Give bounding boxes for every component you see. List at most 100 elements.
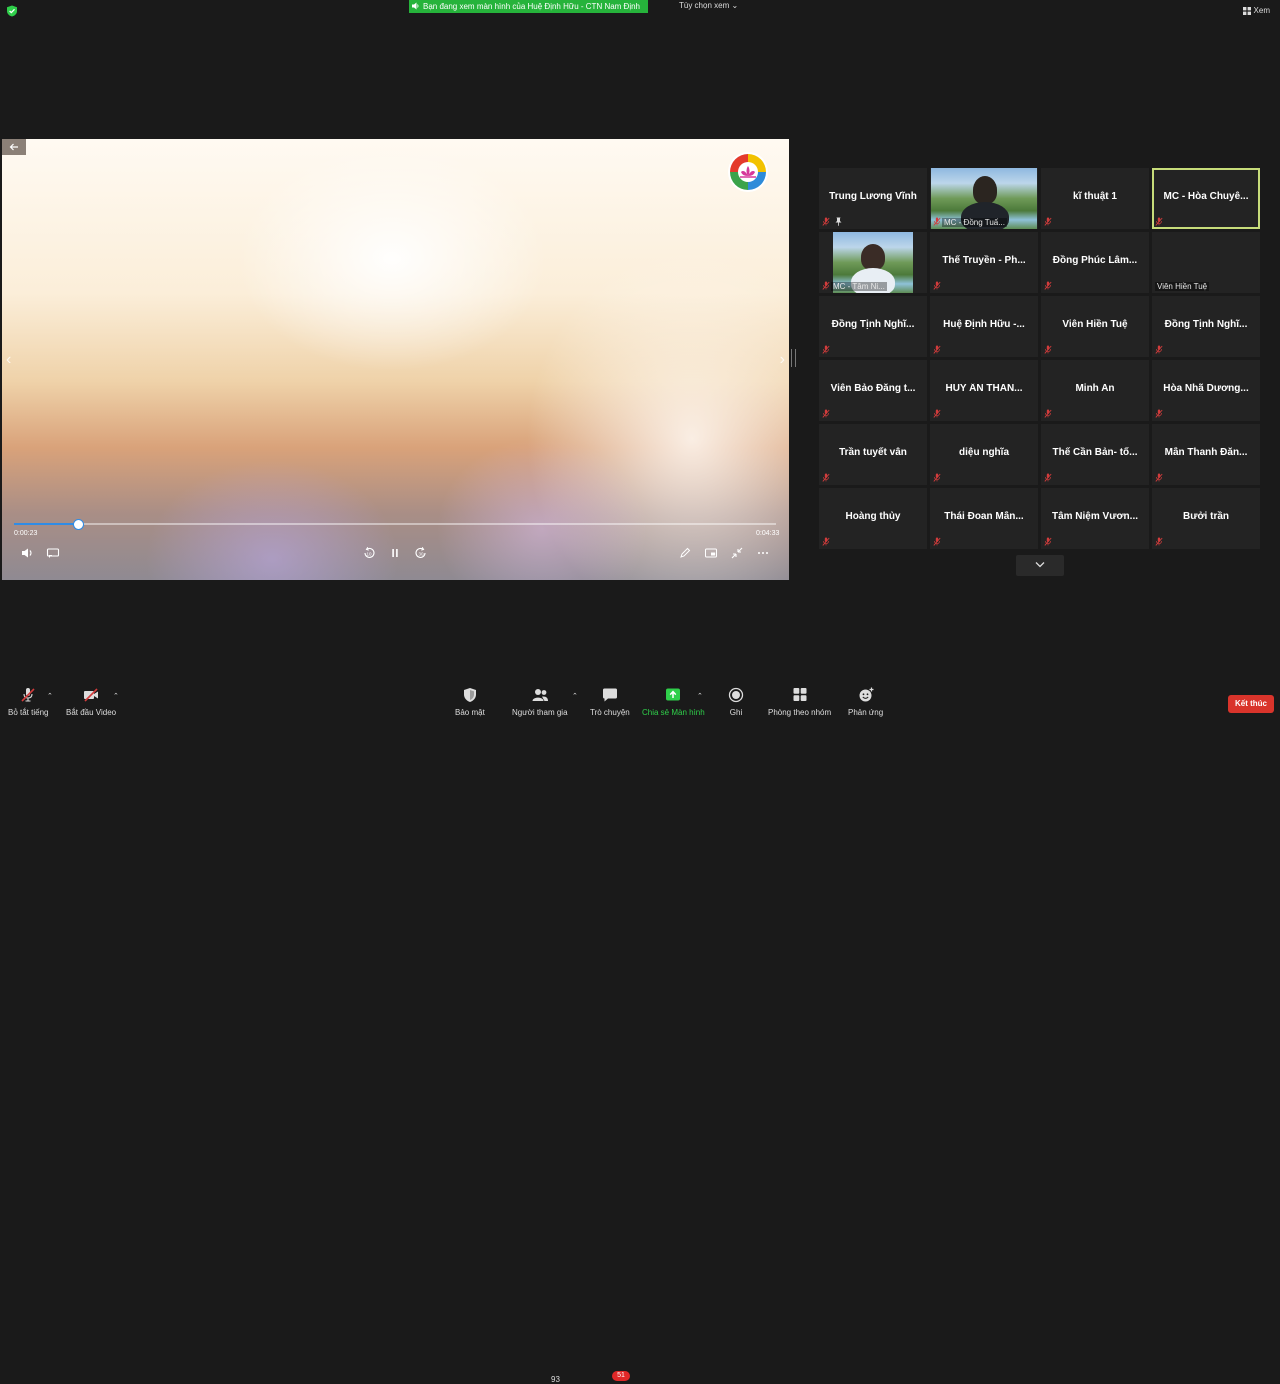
chat-label: Trò chuyện [590,708,630,717]
participant-tile[interactable]: Trung Lương Vĩnh [819,168,927,229]
microphone-muted-icon [21,688,35,702]
speaker-icon [412,2,419,10]
breakout-rooms-button[interactable]: Phòng theo nhóm [768,687,831,717]
share-screen-button[interactable]: Chia sẻ Màn hình [642,687,705,717]
participant-tile[interactable]: MC - Hòa Chuyê... [1152,168,1260,229]
picture-in-picture-icon[interactable] [702,544,720,562]
share-screen-arrow-icon [666,688,681,701]
microphone-muted-icon [822,217,830,226]
participant-tile[interactable]: Hòa Nhã Dương... [1152,360,1260,421]
participant-tile[interactable]: Viên Hiền Tuệ [1041,296,1149,357]
participant-tile[interactable]: Tâm Niệm Vươn... [1041,488,1149,549]
microphone-muted-icon [1044,345,1052,354]
participant-tile[interactable]: Thái Đoan Mẫn... [930,488,1038,549]
participant-tile[interactable]: Minh An [1041,360,1149,421]
chat-button[interactable]: Trò chuyện [590,687,630,717]
participant-name: Viên Hiền Tuệ [1062,319,1128,330]
video-progress-bar[interactable] [14,519,776,530]
participant-tile[interactable]: MC - Tâm Ni... [819,232,927,293]
participant-name: Thế Truyền - Ph... [942,255,1026,266]
unmute-button[interactable]: Bỏ tắt tiếng [8,687,48,717]
breakout-rooms-label: Phòng theo nhóm [768,708,832,717]
back-button[interactable] [2,139,26,155]
participants-button[interactable]: Người tham gia [512,687,568,717]
record-button[interactable]: Ghi [727,687,745,717]
top-bar: Bạn đang xem màn hình của Huệ Định Hữu -… [0,0,1280,22]
microphone-muted-icon [1155,345,1163,354]
end-meeting-button[interactable]: Kết thúc [1228,695,1274,713]
participant-tile[interactable]: diệu nghĩa [930,424,1038,485]
subtitles-icon[interactable] [44,544,62,562]
security-button[interactable]: Bảo mật [455,687,485,717]
pause-icon[interactable] [386,544,404,562]
video-progress-handle[interactable] [73,519,84,530]
share-screen-label: Chia sẻ Màn hình [642,708,705,717]
participant-name: HUY ÂN THAN... [945,383,1023,394]
volume-icon[interactable] [18,544,36,562]
next-arrow-icon[interactable]: › [780,351,785,369]
participant-tile[interactable]: Thế Truyền - Ph... [930,232,1038,293]
participant-name: Trần tuyết vân [839,447,907,458]
participant-tile[interactable]: Thế Cần Bản- tổ... [1041,424,1149,485]
previous-arrow-icon[interactable]: ‹ [6,351,11,369]
participant-name: Đồng Phúc Lâm... [1052,255,1138,266]
video-options-caret-icon[interactable]: ⌃ [113,692,119,700]
microphone-muted-icon [1155,217,1163,226]
microphone-muted-icon [933,409,941,418]
microphone-muted-icon [822,409,830,418]
microphone-muted-icon [1044,217,1052,226]
microphone-muted-icon [1044,281,1052,290]
channel-logo [728,152,768,192]
view-options-dropdown[interactable]: Tùy chọn xem ⌄ [679,1,738,10]
screen-share-banner-text: Bạn đang xem màn hình của Huệ Định Hữu -… [423,2,641,11]
participant-tile[interactable]: Đồng Tịnh Nghĩ... [819,296,927,357]
microphone-muted-icon [1155,473,1163,482]
more-options-icon[interactable] [754,544,772,562]
participant-tile[interactable]: Viên Bảo Đăng t... [819,360,927,421]
forward-30-icon[interactable]: 30 [412,544,430,562]
participant-tile[interactable]: MC - Đồng Tuấ... [930,168,1038,229]
unmute-label: Bỏ tắt tiếng [8,708,49,717]
participant-name: Bưởi trần [1182,511,1230,522]
rewind-10-icon[interactable]: 10 [360,544,378,562]
participant-tile[interactable]: kĩ thuật 1 [1041,168,1149,229]
reactions-label: Phản ứng [848,708,884,717]
microphone-muted-icon [1155,409,1163,418]
participant-name: Mẫn Thanh Đăn... [1164,447,1248,458]
participant-tile[interactable]: Huệ Định Hữu -... [930,296,1038,357]
breakout-rooms-icon [793,688,807,701]
participant-tile[interactable]: HUY ÂN THAN... [930,360,1038,421]
participant-video-label: MC - Đồng Tuấ... [942,218,1007,227]
participant-gallery: Trung Lương Vĩnh MC - Đồng Tuấ... kĩ thuật… [819,168,1264,549]
annotate-pen-icon[interactable] [676,544,694,562]
participant-name: Đồng Tịnh Nghĩ... [831,319,915,330]
participant-name: Thế Cần Bản- tổ... [1052,447,1138,458]
view-button[interactable]: Xem [1242,6,1270,15]
shared-screen-video[interactable]: ‹ › 0:00:23 0:04:33 10 30 [2,139,789,580]
participant-tile[interactable]: Trần tuyết vân [819,424,927,485]
participant-tile[interactable]: Đồng Phúc Lâm... [1041,232,1149,293]
start-video-button[interactable]: Bắt đầu Video [66,687,116,717]
participant-tile[interactable]: Hoàng thủy [819,488,927,549]
gallery-next-page-button[interactable] [1016,555,1064,576]
audio-options-caret-icon[interactable]: ⌃ [47,692,53,700]
participant-figure [973,176,997,204]
chat-bubble-icon [602,688,617,702]
participants-options-caret-icon[interactable]: ⌃ [572,692,578,700]
participant-name: Hoàng thủy [845,511,901,522]
participant-tile[interactable]: Mẫn Thanh Đăn... [1152,424,1260,485]
panel-resize-handle[interactable] [791,349,796,367]
record-icon [728,687,744,703]
participant-tile[interactable]: Đồng Tịnh Nghĩ... [1152,296,1260,357]
microphone-muted-icon [822,473,830,482]
pin-icon [835,217,842,226]
meeting-toolbar: Bỏ tắt tiếng ⌃ Bắt đầu Video ⌃ Bảo mật N… [0,684,1280,1384]
share-options-caret-icon[interactable]: ⌃ [697,692,703,700]
participant-tile[interactable]: Viên Hiền Tuệ [1152,232,1260,293]
exit-fullscreen-icon[interactable] [728,544,746,562]
participant-tile[interactable]: Bưởi trần [1152,488,1260,549]
reactions-button[interactable]: Phản ứng [848,687,883,717]
security-shield-icon[interactable] [6,5,18,17]
view-button-label: Xem [1253,6,1270,15]
svg-text:10: 10 [366,551,372,556]
